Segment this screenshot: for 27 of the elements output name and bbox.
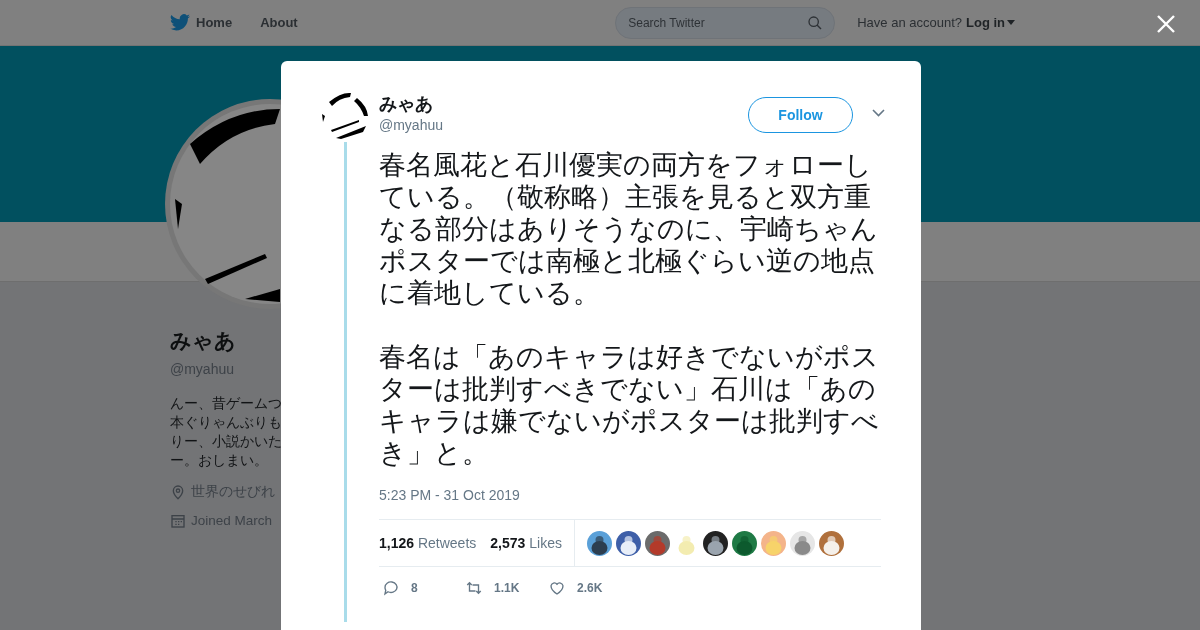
tweet-text: 春名は「あのキャラは好きでないがポスターは批判すべきでない」石川は「あのキャラは嫌でないがポスターは批判すべき」と。	[379, 341, 880, 469]
calendar-icon	[170, 512, 186, 529]
retweet-icon[interactable]	[465, 579, 483, 597]
profile-bio: んー、昔ゲームつ 本ぐりゃんぶりも りー、小説かいた ー。おしまい。	[170, 394, 282, 470]
account-prompt: Have an account?	[857, 13, 962, 32]
tweet-text: 春名風花と石川優実の両方をフォローしている。（敬称略）主張を見ると双方重なる部分はありそうなのに、宇崎ちゃんポスターでは南極と北極ぐらい逆の地点に着地している。	[379, 149, 879, 309]
chevron-down-icon[interactable]	[872, 109, 885, 117]
action-button[interactable]: 1.1K	[465, 579, 545, 597]
author-name[interactable]: みゃあ	[379, 93, 748, 115]
stat-link[interactable]: 2,573 Likes	[490, 532, 562, 554]
action-button[interactable]: 8	[382, 579, 462, 597]
caret-icon	[1007, 20, 1015, 25]
bird-icon	[170, 14, 190, 31]
close-icon[interactable]	[1157, 15, 1175, 33]
tweet-timestamp[interactable]: 5:23 PM - 31 Oct 2019	[379, 485, 885, 506]
heart-icon[interactable]	[548, 579, 566, 597]
stat-link[interactable]: 1,126 Retweets	[379, 532, 477, 554]
action-button[interactable]: 2.6K	[548, 579, 628, 597]
search-icon[interactable]	[807, 14, 824, 31]
location-pin-icon	[170, 483, 186, 500]
nav-link[interactable]: About	[260, 12, 298, 33]
profile-name: みゃあ	[170, 328, 237, 355]
author-handle[interactable]: @myahuu	[379, 115, 748, 135]
nav-link[interactable]: Home	[170, 12, 233, 33]
reply-icon[interactable]	[382, 579, 400, 597]
login-link[interactable]: Log in	[966, 12, 1015, 33]
search-field[interactable]: Search Twitter	[615, 6, 836, 39]
